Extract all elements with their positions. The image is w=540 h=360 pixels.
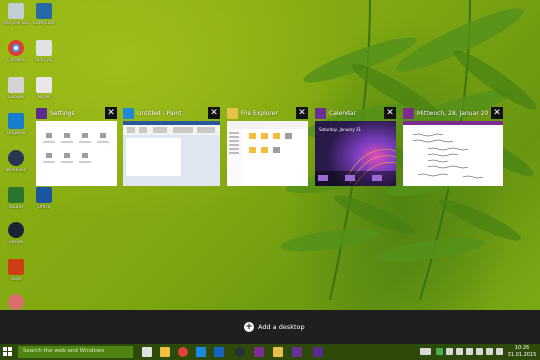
onenote-icon[interactable] bbox=[254, 347, 264, 357]
task-window-onenote[interactable]: Mittwoch, 28. Januar 2015 - O... ✕ bbox=[403, 107, 503, 186]
flag-icon[interactable] bbox=[466, 348, 473, 355]
close-icon[interactable]: ✕ bbox=[105, 107, 117, 119]
window-header: Mittwoch, 28. Januar 2015 - O... ✕ bbox=[403, 107, 503, 120]
outlook-icon[interactable] bbox=[214, 347, 224, 357]
chrome-icon[interactable] bbox=[178, 347, 188, 357]
search-box[interactable]: Search the web and Windows bbox=[18, 346, 133, 358]
keyboard-icon[interactable] bbox=[420, 348, 431, 355]
store-icon[interactable] bbox=[196, 347, 206, 357]
volume-icon[interactable] bbox=[456, 348, 463, 355]
close-icon[interactable]: ✕ bbox=[208, 107, 220, 119]
settings-gear-icon bbox=[36, 108, 47, 119]
folder-icon[interactable] bbox=[273, 347, 283, 357]
settings-gear-icon[interactable] bbox=[313, 347, 323, 357]
window-header: File Explorer ✕ bbox=[227, 107, 308, 120]
window-header: Settings ✕ bbox=[36, 107, 117, 120]
window-thumbnail bbox=[403, 121, 503, 186]
battery-icon[interactable] bbox=[436, 348, 443, 355]
task-window-file-explorer[interactable]: File Explorer ✕ bbox=[227, 107, 308, 186]
window-thumbnail: Saturday, January 31 bbox=[315, 121, 396, 186]
app-icon[interactable] bbox=[235, 347, 245, 357]
add-desktop-button[interactable]: + Add a desktop bbox=[244, 321, 305, 333]
taskbar: Search the web and Windows 10:26 31.01.2… bbox=[0, 344, 540, 360]
start-button[interactable] bbox=[3, 347, 13, 357]
calendar-date-heading: Saturday, January 31 bbox=[319, 127, 362, 132]
paint-icon bbox=[123, 108, 134, 119]
onenote-icon bbox=[403, 108, 414, 119]
virtual-desktop-bar: + Add a desktop bbox=[0, 310, 540, 344]
task-view-icon[interactable] bbox=[142, 347, 152, 357]
close-icon[interactable]: ✕ bbox=[491, 107, 503, 119]
file-explorer-icon[interactable] bbox=[160, 347, 170, 357]
folder-icon bbox=[227, 108, 238, 119]
task-window-paint[interactable]: Untitled - Paint ✕ bbox=[123, 107, 220, 186]
window-thumbnail bbox=[227, 121, 308, 186]
window-thumbnail bbox=[123, 121, 220, 186]
calendar-icon[interactable] bbox=[292, 347, 302, 357]
notification-icon[interactable] bbox=[496, 348, 503, 355]
window-header: Calendar ✕ bbox=[315, 107, 396, 120]
close-icon[interactable]: ✕ bbox=[384, 107, 396, 119]
network-icon[interactable] bbox=[446, 348, 453, 355]
window-thumbnail bbox=[36, 121, 117, 186]
plus-icon: + bbox=[244, 322, 254, 332]
close-icon[interactable]: ✕ bbox=[296, 107, 308, 119]
calendar-icon bbox=[315, 108, 326, 119]
task-window-calendar[interactable]: Calendar ✕ Saturday, January 31 bbox=[315, 107, 396, 186]
wifi-icon[interactable] bbox=[476, 348, 483, 355]
speaker-icon[interactable] bbox=[486, 348, 493, 355]
clock[interactable]: 10:26 31.01.2015 bbox=[507, 345, 537, 359]
window-header: Untitled - Paint ✕ bbox=[123, 107, 220, 120]
task-window-settings[interactable]: Settings ✕ bbox=[36, 107, 117, 186]
